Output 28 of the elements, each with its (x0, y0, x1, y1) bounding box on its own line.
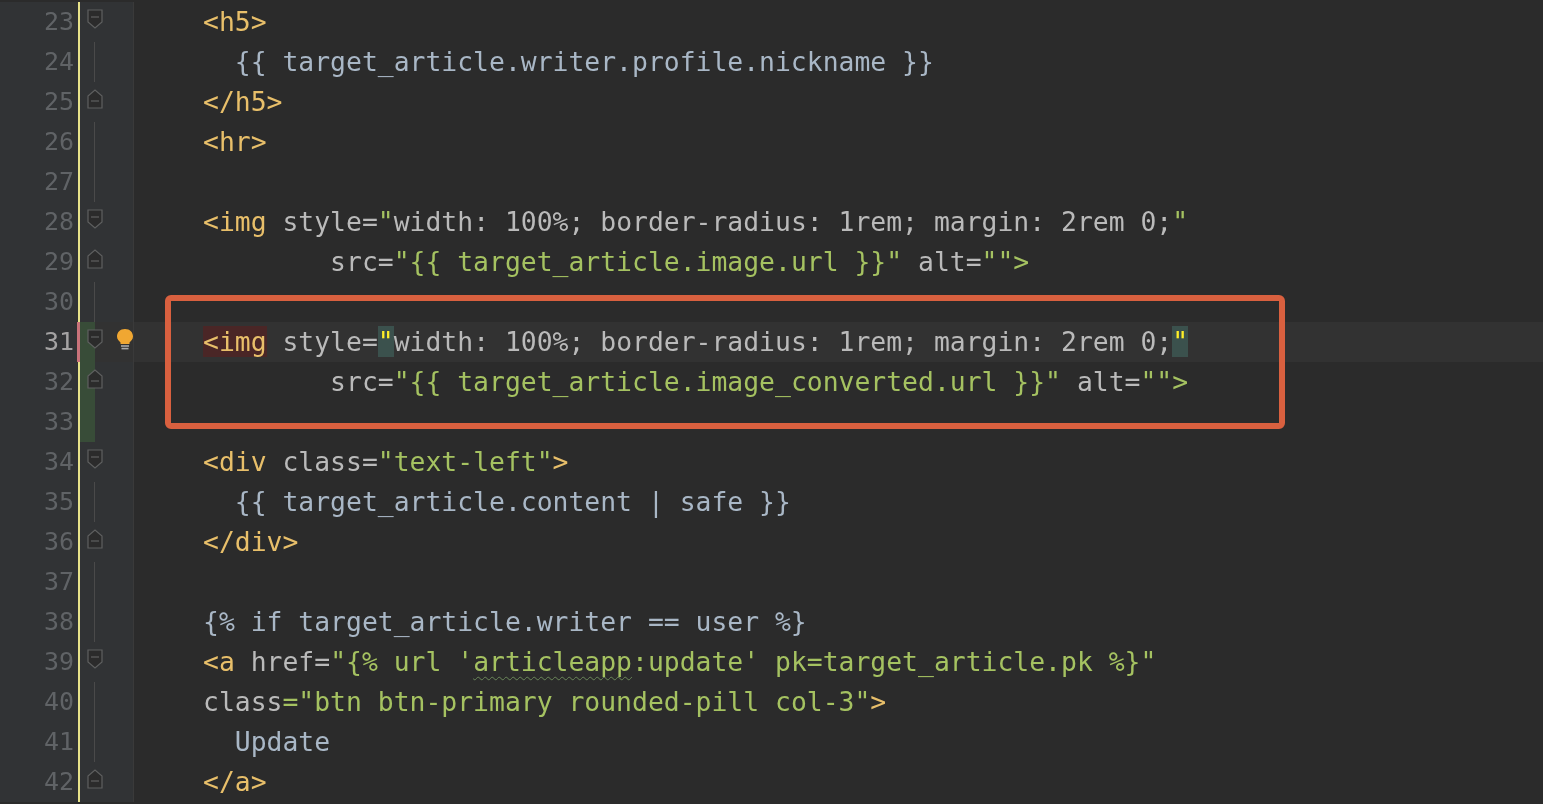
fold-icon[interactable] (87, 449, 103, 469)
code-line: src="{{ target_article.image.url }}" alt=""> (329, 246, 1030, 278)
code-line: <h5> (203, 6, 267, 38)
code-line: <img style="width: 100%; border-radius: 1rem; margin: 2rem 0;" (203, 326, 1189, 358)
fold-icon[interactable] (87, 369, 103, 389)
fold-icon[interactable] (87, 649, 103, 669)
code-line: <div class="text-left"> (203, 446, 569, 478)
code-line: </h5> (203, 86, 283, 118)
code-line: Update (233, 726, 331, 758)
fold-icon[interactable] (87, 529, 103, 549)
code-line: {% if target_article.writer == user %} (203, 606, 807, 638)
code-line: </div> (203, 526, 299, 558)
code-line: </a> (203, 766, 267, 798)
fold-icon[interactable] (87, 209, 103, 229)
code-line: {{ target_article.writer.profile.nickname }} (233, 46, 934, 78)
line-number: 31 (43, 327, 74, 357)
code-line: {{ target_article.content | safe }} (233, 486, 791, 518)
code-line: <a href="{% url 'articleapp:update' pk=target_article.pk %}" (203, 646, 1157, 678)
code-line: <hr> (203, 126, 267, 158)
code-line: src="{{ target_article.image_converted.url }}" alt=""> (329, 366, 1189, 398)
fold-icon[interactable] (87, 89, 103, 109)
code-line: class="btn btn-primary rounded-pill col-3"> (203, 686, 887, 718)
fold-icon[interactable] (87, 769, 103, 789)
fold-icon[interactable] (87, 329, 103, 349)
code-line: <img style="width: 100%; border-radius: 1rem; margin: 2rem 0;" (203, 206, 1189, 238)
fold-icon[interactable] (87, 9, 103, 29)
lightbulb-icon[interactable] (116, 328, 134, 352)
fold-icon[interactable] (87, 249, 103, 269)
